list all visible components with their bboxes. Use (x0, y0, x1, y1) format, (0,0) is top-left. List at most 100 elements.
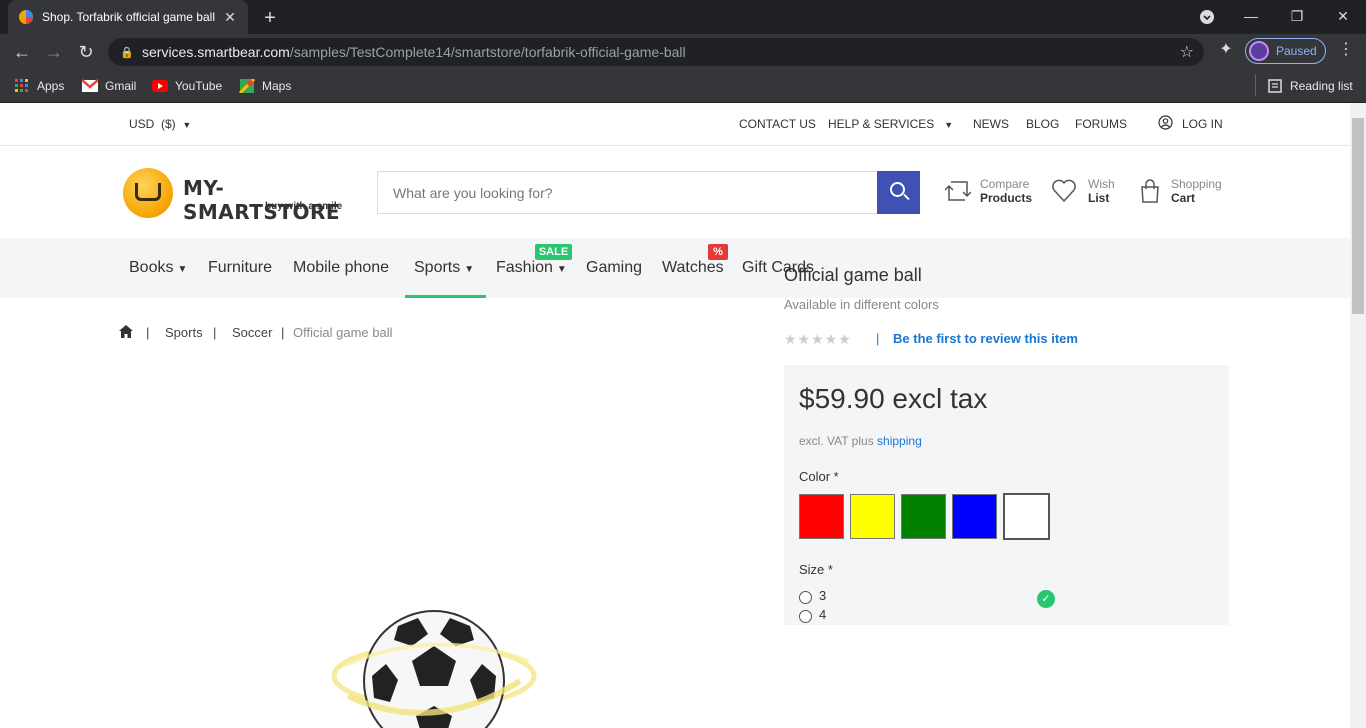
rating-stars: ★★★★★ (784, 331, 852, 347)
review-separator: | (876, 331, 880, 346)
vat-note: excl. VAT plus shipping (799, 434, 922, 448)
product-title: Official game ball (784, 265, 922, 285)
home-icon[interactable] (119, 325, 133, 341)
compare-icon (945, 181, 971, 201)
chevron-down-icon: ▼ (944, 120, 954, 130)
bookmark-star-icon[interactable]: ☆ (1180, 42, 1194, 62)
color-label: Color * (799, 469, 839, 484)
currency-selector[interactable]: USD ($) ▼ (129, 117, 191, 131)
breadcrumb-soccer[interactable]: Soccer (232, 325, 272, 340)
menu-item-books[interactable]: Books ▼ (129, 259, 187, 277)
minimize-button[interactable]: — (1228, 0, 1274, 34)
chevron-down-icon: ▼ (464, 264, 475, 275)
wishlist-link[interactable]: Wish List (1051, 176, 1121, 210)
breadcrumb-separator: | (146, 325, 150, 340)
profile-status: Paused (1276, 44, 1317, 58)
help-label: HELP & SERVICES (828, 117, 935, 131)
compare-products-link[interactable]: Compare Products (945, 176, 1035, 210)
login-link[interactable]: LOG IN (1182, 117, 1223, 131)
cart-label-2: Cart (1171, 191, 1196, 205)
profile-paused-button[interactable]: Paused (1245, 38, 1326, 64)
color-swatch-red[interactable] (799, 494, 844, 539)
back-button[interactable]: ← (10, 40, 34, 64)
site-header: MY-SMARTSTORE buy with a smile What are … (0, 146, 1350, 238)
product-image-soccer-ball[interactable] (328, 606, 540, 728)
menu-item-watches[interactable]: Watches (662, 259, 724, 277)
maps-icon (239, 79, 255, 93)
new-tab-button[interactable]: + (259, 7, 281, 29)
menu-label: Fashion (496, 259, 553, 276)
scrollbar-thumb[interactable] (1352, 118, 1364, 314)
compare-label-1: Compare (980, 177, 1030, 191)
menu-item-furniture[interactable]: Furniture (208, 259, 272, 277)
reading-list-label: Reading list (1290, 79, 1353, 93)
review-link-wrap: | Be the first to review this item (876, 331, 1078, 346)
help-services-menu[interactable]: HELP & SERVICES ▼ (828, 117, 953, 131)
active-menu-indicator (405, 295, 486, 298)
color-swatch-green[interactable] (901, 494, 946, 539)
bookmarks-separator (1255, 74, 1256, 96)
site-favicon-icon (19, 10, 33, 24)
extensions-puzzle-icon[interactable]: ✦ (1216, 40, 1236, 60)
breadcrumb-separator: | (281, 325, 285, 340)
reading-list-icon (1268, 79, 1282, 93)
browser-menu-icon[interactable]: ⋮ (1338, 40, 1354, 60)
forward-button[interactable]: → (42, 40, 66, 64)
breadcrumb-sports[interactable]: Sports (165, 325, 203, 340)
browser-tab-strip: Shop. Torfabrik official game ball ✕ + —… (0, 0, 1366, 34)
reload-button[interactable]: ↻ (74, 40, 98, 64)
breadcrumb-current: Official game ball (293, 325, 393, 340)
bookmark-maps[interactable]: Maps (239, 76, 291, 96)
heart-icon (1052, 179, 1076, 203)
main-category-menu: Books ▼ Furniture Mobile phone Sports ▼ Fa… (0, 238, 1350, 298)
news-link[interactable]: NEWS (973, 117, 1009, 131)
wish-label-1: Wish (1088, 177, 1115, 191)
search-input[interactable]: What are you looking for? (377, 171, 878, 214)
shopping-cart-link[interactable]: Shopping Cart (1137, 176, 1227, 210)
menu-item-sports[interactable]: Sports ▼ (414, 259, 474, 277)
discount-badge: % (708, 244, 728, 260)
reading-list-button[interactable]: Reading list (1267, 76, 1353, 96)
color-swatch-yellow[interactable] (850, 494, 895, 539)
menu-item-fashion[interactable]: Fashion ▼ (496, 259, 567, 277)
currency-symbol: ($) (161, 117, 176, 131)
menu-item-gaming[interactable]: Gaming (586, 259, 642, 277)
bookmark-apps[interactable]: Apps (14, 76, 64, 96)
menu-item-mobile-phone[interactable]: Mobile phone (293, 259, 389, 277)
browser-tab[interactable]: Shop. Torfabrik official game ball ✕ (8, 0, 248, 34)
store-logo[interactable]: MY-SMARTSTORE buy with a smile (123, 168, 359, 224)
first-review-link[interactable]: Be the first to review this item (893, 331, 1078, 346)
bookmark-gmail[interactable]: Gmail (82, 76, 136, 96)
forums-link[interactable]: FORUMS (1075, 117, 1127, 131)
blog-link[interactable]: BLOG (1026, 117, 1059, 131)
browser-toolbar: ← → ↻ 🔒 services.smartbear.com/samples/T… (0, 34, 1366, 70)
contact-us-link[interactable]: CONTACT US (739, 117, 816, 131)
selected-check-icon: ✓ (1037, 590, 1055, 608)
restore-button[interactable]: ❐ (1274, 0, 1320, 34)
color-swatch-blue[interactable] (952, 494, 997, 539)
url-host: services.smartbear.com (142, 44, 290, 60)
chevron-down-icon: ▼ (556, 264, 567, 275)
bookmark-label: Maps (262, 79, 292, 93)
lock-icon: 🔒 (120, 46, 134, 59)
bookmark-label: Apps (37, 79, 65, 93)
bookmark-youtube[interactable]: YouTube (152, 76, 222, 96)
sale-badge: SALE (535, 244, 572, 260)
size-option-label: 4 (819, 607, 827, 622)
bookmark-label: Gmail (105, 79, 137, 93)
shipping-link[interactable]: shipping (877, 434, 922, 448)
close-window-button[interactable]: ✕ (1320, 0, 1366, 34)
youtube-icon (152, 80, 168, 92)
tab-title: Shop. Torfabrik official game ball (42, 10, 215, 24)
tab-search-icon[interactable] (1184, 0, 1230, 34)
chevron-down-icon: ▼ (177, 264, 188, 275)
address-bar[interactable]: 🔒 services.smartbear.com/samples/TestCom… (108, 38, 1204, 66)
size-radio-4[interactable] (799, 610, 812, 623)
search-button[interactable] (877, 171, 920, 214)
avatar (1249, 41, 1269, 61)
apps-grid-icon (15, 79, 28, 92)
size-radio-3[interactable] (799, 591, 812, 604)
menu-label: Sports (414, 259, 461, 276)
tab-close-icon[interactable]: ✕ (222, 9, 238, 25)
color-swatch-white[interactable] (1003, 493, 1050, 540)
